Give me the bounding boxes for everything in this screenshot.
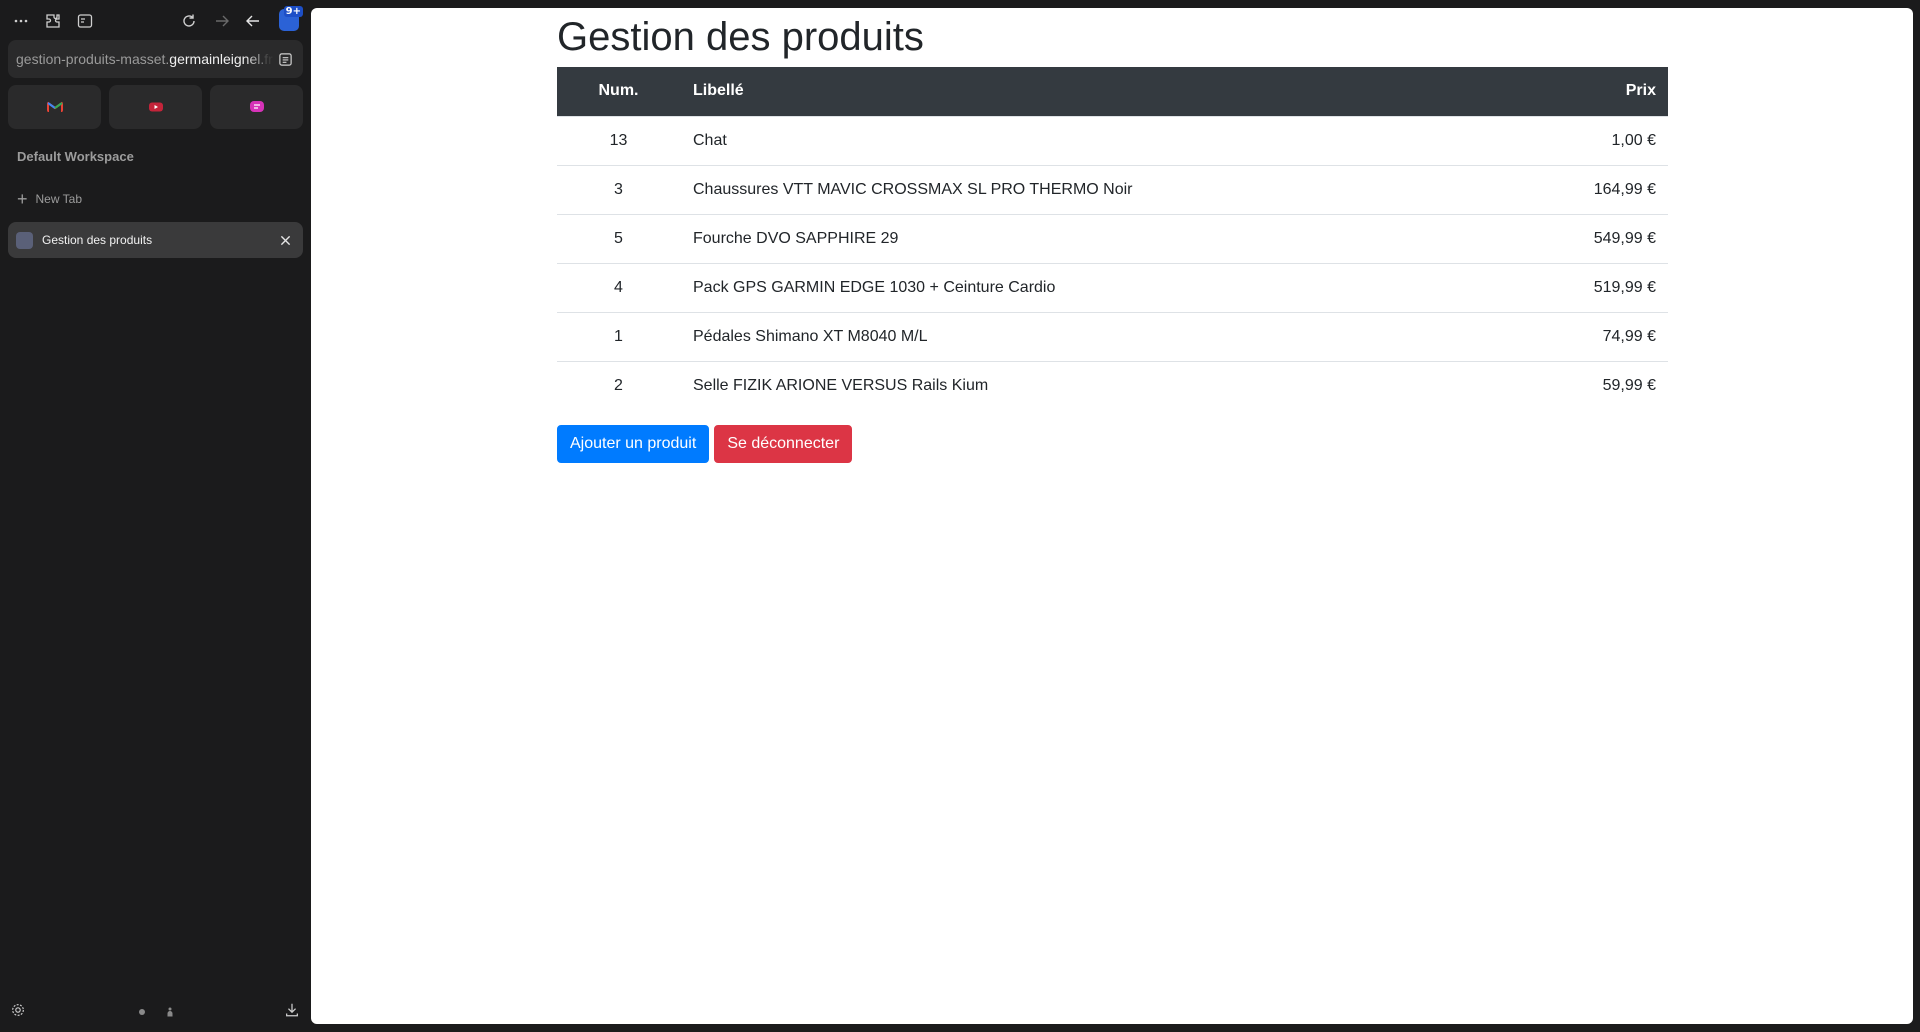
downloads-icon[interactable] [284, 1002, 302, 1020]
page-info-icon[interactable] [275, 49, 295, 69]
back-icon[interactable] [238, 6, 268, 36]
page-viewport: Gestion des produits Num. Libellé Prix 1… [311, 8, 1913, 1024]
page-title: Gestion des produits [557, 15, 924, 59]
plus-icon: + [17, 189, 28, 209]
pinned-chat[interactable] [210, 85, 303, 129]
shield-extension-icon[interactable]: 9+ [279, 6, 303, 31]
cell-prix: 59,99 € [1528, 360, 1668, 410]
cell-libelle: Selle FIZIK ARIONE VERSUS Rails Kium [680, 360, 1529, 410]
logout-button[interactable]: Se déconnecter [714, 425, 853, 463]
cell-libelle: Chaussures VTT MAVIC CROSSMAX SL PRO THE… [680, 164, 1529, 214]
cell-num: 3 [557, 164, 680, 214]
cell-prix: 549,99 € [1528, 213, 1668, 263]
cell-num: 5 [557, 213, 680, 263]
url-host: germainleignel. [169, 51, 265, 67]
cell-libelle: Pédales Shimano XT M8040 M/L [680, 311, 1529, 361]
pinned-youtube[interactable] [109, 85, 202, 129]
cell-libelle: Pack GPS GARMIN EDGE 1030 + Ceinture Car… [680, 262, 1529, 312]
sidebar-toggle-icon[interactable] [70, 6, 100, 36]
add-product-button[interactable]: Ajouter un produit [557, 425, 710, 463]
settings-gear-icon[interactable] [10, 1002, 28, 1020]
cell-prix: 1,00 € [1528, 115, 1668, 165]
pinned-gmail[interactable] [8, 85, 101, 129]
sidebar-footer [0, 1000, 311, 1024]
table-row[interactable]: 1 Pédales Shimano XT M8040 M/L 74,99 € [557, 311, 1668, 361]
table-row[interactable]: 2 Selle FIZIK ARIONE VERSUS Rails Kium 5… [557, 360, 1668, 410]
url-suffix: fr [264, 51, 273, 67]
header-num: Num. [598, 82, 639, 100]
action-buttons: Ajouter un produit Se déconnecter [557, 425, 1668, 463]
cell-num: 2 [557, 360, 680, 410]
extensions-icon[interactable] [38, 6, 68, 36]
pinned-sites [8, 85, 303, 129]
forward-icon[interactable] [207, 6, 237, 36]
tab-favicon-icon [16, 231, 33, 249]
browser-sidebar: 9+ gestion-produits-masset.germainleigne… [0, 0, 311, 1032]
table-row[interactable]: 3 Chaussures VTT MAVIC CROSSMAX SL PRO T… [557, 164, 1668, 214]
table-body: 13 Chat 1,00 € 3 Chaussures VTT MAVIC CR… [557, 115, 1668, 410]
gmail-icon [46, 101, 63, 112]
workspace-dot-icon[interactable] [139, 1009, 145, 1015]
workspace-figure-icon[interactable] [166, 1007, 174, 1017]
address-bar[interactable]: gestion-produits-masset.germainleignel.f… [8, 40, 303, 78]
cell-libelle: Fourche DVO SAPPHIRE 29 [680, 213, 1529, 263]
main-container: Gestion des produits Num. Libellé Prix 1… [557, 8, 1668, 463]
header-prix: Prix [1625, 82, 1656, 100]
url-prefix: gestion-produits-masset. [16, 51, 170, 67]
table-row[interactable]: 5 Fourche DVO SAPPHIRE 29 549,99 € [557, 213, 1668, 263]
address-text[interactable]: gestion-produits-masset.germainleignel.f… [16, 51, 275, 67]
cell-num: 4 [557, 262, 680, 312]
table-row[interactable]: 4 Pack GPS GARMIN EDGE 1030 + Ceinture C… [557, 262, 1668, 312]
cell-prix: 519,99 € [1528, 262, 1668, 312]
workspace-label[interactable]: Default Workspace [17, 149, 134, 164]
close-tab-icon[interactable] [275, 230, 295, 250]
cell-prix: 164,99 € [1528, 164, 1668, 214]
extension-badge-count: 9+ [283, 6, 303, 17]
youtube-icon [148, 102, 163, 112]
header-libelle: Libellé [693, 82, 744, 100]
cell-num: 1 [557, 311, 680, 361]
products-table: Num. Libellé Prix 13 Chat 1,00 € 3 Chaus… [557, 67, 1668, 410]
tab-title: Gestion des produits [42, 233, 153, 247]
table-row[interactable]: 13 Chat 1,00 € [557, 115, 1668, 165]
cell-prix: 74,99 € [1528, 311, 1668, 361]
new-tab-button[interactable]: + New Tab [17, 189, 82, 209]
browser-toolbar [0, 6, 311, 36]
cell-num: 13 [557, 115, 680, 165]
cell-libelle: Chat [680, 115, 1529, 165]
table-header: Num. Libellé Prix [557, 67, 1668, 116]
new-tab-label: New Tab [35, 192, 82, 206]
more-menu-icon[interactable] [6, 6, 36, 36]
chat-icon [249, 101, 264, 112]
table-header-row: Num. Libellé Prix [557, 67, 1668, 116]
reload-icon[interactable] [174, 6, 204, 36]
tab-gestion-des-produits[interactable]: Gestion des produits [8, 222, 303, 258]
